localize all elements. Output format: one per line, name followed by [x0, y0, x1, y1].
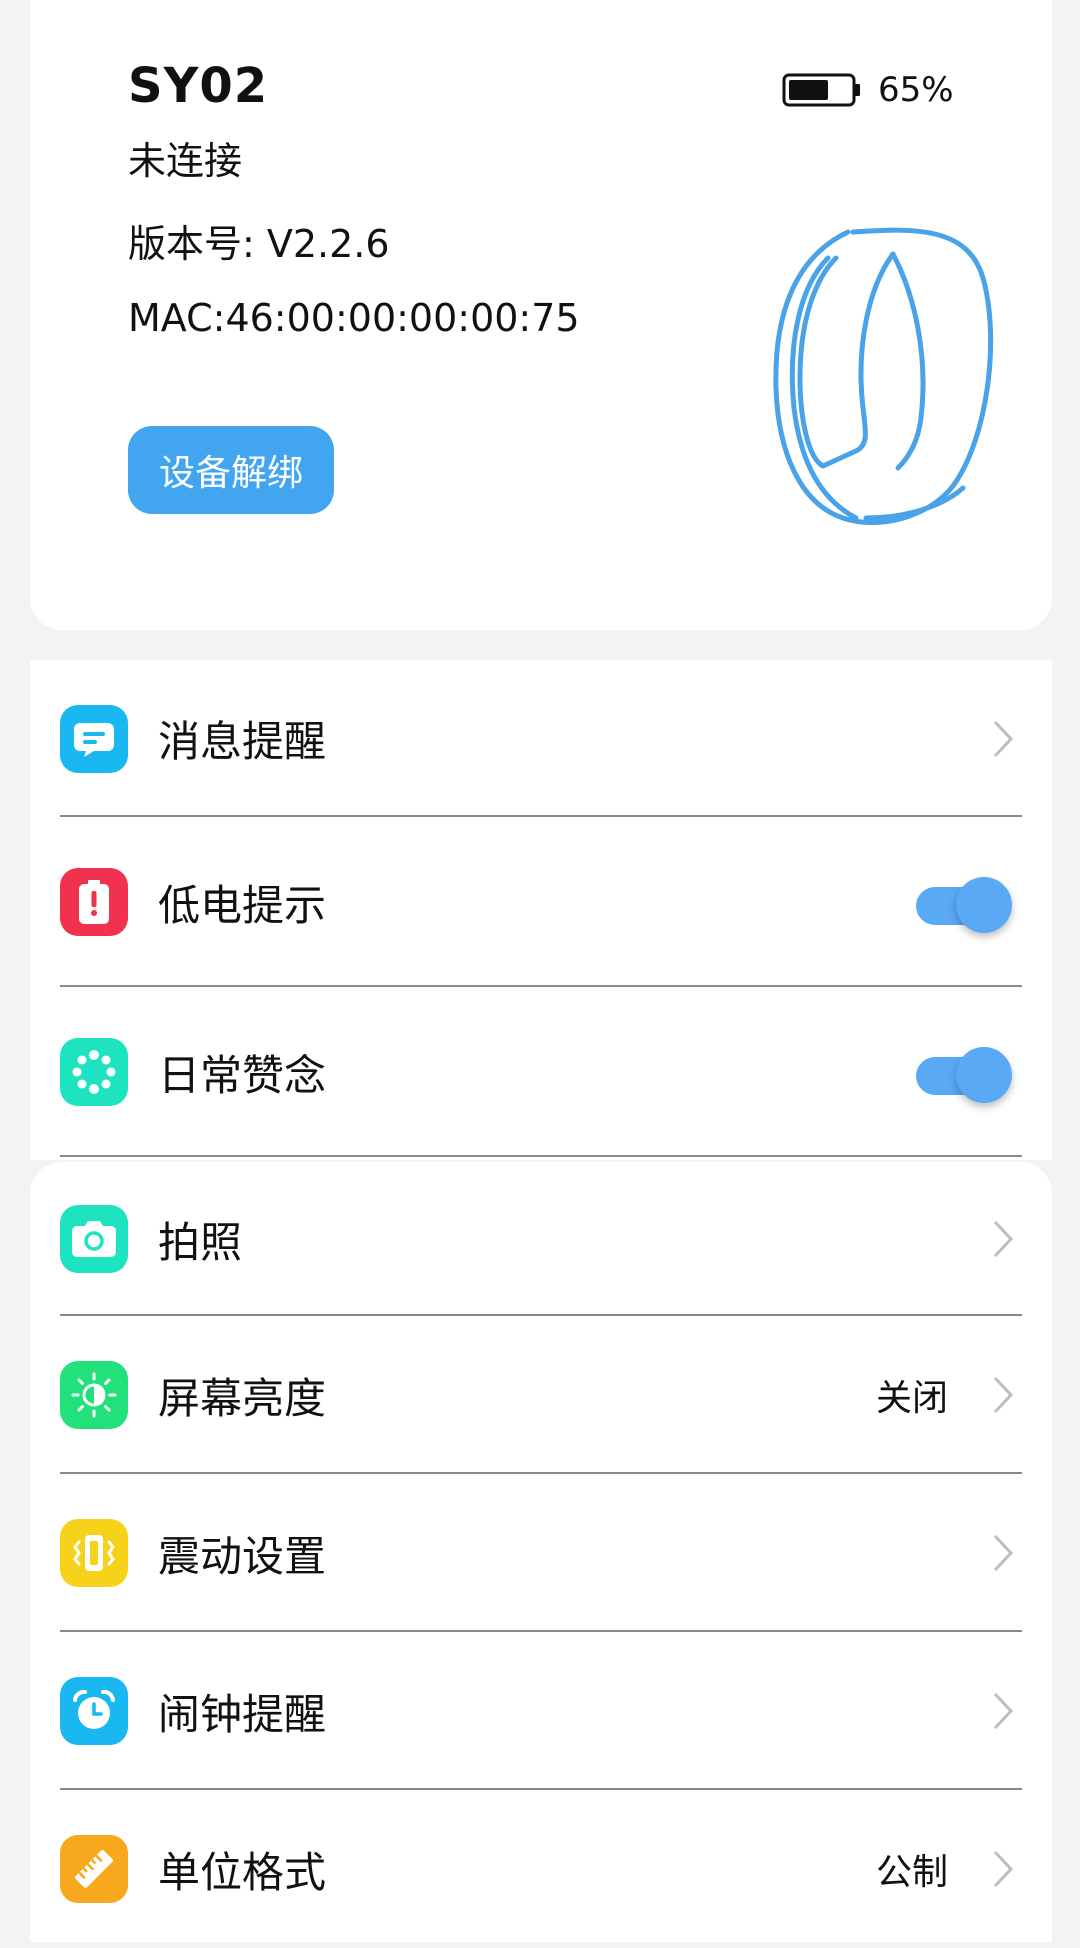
menu-item-label: 低电提示 — [158, 880, 327, 930]
connection-status: 未连接 — [128, 139, 243, 183]
firmware-version: 版本号: V2.2.6 — [128, 222, 390, 266]
notification-settings-group: 消息提醒 低电提示 日常赞念 — [30, 660, 1052, 1160]
menu-item-label: 屏幕亮度 — [158, 1373, 327, 1423]
battery-percent: 65% — [878, 70, 954, 110]
daily-chanting-toggle[interactable] — [916, 1041, 1012, 1103]
menu-item-unit-format[interactable]: 单位格式 公制 — [30, 1790, 1052, 1948]
low-battery-toggle[interactable] — [916, 871, 1012, 933]
battery-indicator: 65% — [782, 70, 954, 110]
toggle-knob — [956, 877, 1012, 933]
menu-item-label: 日常赞念 — [158, 1050, 327, 1100]
toggle-knob — [956, 1047, 1012, 1103]
menu-item-screen-brightness[interactable]: 屏幕亮度 关闭 — [30, 1316, 1052, 1474]
camera-icon — [60, 1205, 128, 1273]
ring-device-image — [773, 227, 994, 526]
vibration-icon — [60, 1519, 128, 1587]
beads-icon — [60, 1038, 128, 1106]
divider — [60, 1155, 1022, 1157]
chevron-right-icon — [993, 1692, 1014, 1730]
message-icon — [60, 704, 128, 773]
menu-item-label: 单位格式 — [158, 1847, 327, 1897]
menu-item-alarm-reminder[interactable]: 闹钟提醒 — [30, 1632, 1052, 1790]
unit-format-value: 公制 — [875, 1852, 948, 1893]
chevron-right-icon — [993, 1376, 1014, 1414]
device-info-card: SY02 65% 未连接 版本号: V2.2.6 MAC:46:00:00:00… — [30, 0, 1052, 630]
menu-item-message-reminder[interactable]: 消息提醒 — [30, 660, 1052, 817]
brightness-icon — [60, 1361, 128, 1429]
mac-address: MAC:46:00:00:00:00:75 — [128, 296, 580, 340]
menu-item-label: 震动设置 — [158, 1531, 327, 1581]
ruler-icon — [60, 1835, 128, 1903]
device-name: SY02 — [128, 58, 269, 114]
low-battery-icon — [60, 868, 128, 936]
alarm-icon — [60, 1677, 128, 1745]
brightness-value: 关闭 — [875, 1378, 948, 1419]
menu-item-low-battery-alert: 低电提示 — [30, 817, 1052, 987]
menu-item-label: 拍照 — [158, 1217, 243, 1267]
chevron-right-icon — [993, 720, 1014, 757]
menu-item-daily-chanting: 日常赞念 — [30, 987, 1052, 1157]
chevron-right-icon — [993, 1850, 1014, 1888]
unbind-device-button[interactable]: 设备解绑 — [128, 426, 334, 514]
menu-item-label: 闹钟提醒 — [158, 1689, 327, 1739]
menu-item-vibration-settings[interactable]: 震动设置 — [30, 1474, 1052, 1632]
battery-icon — [782, 73, 860, 107]
menu-item-camera[interactable]: 拍照 — [30, 1162, 1052, 1316]
chevron-right-icon — [993, 1220, 1014, 1258]
menu-item-label: 消息提醒 — [158, 717, 327, 766]
chevron-right-icon — [993, 1534, 1014, 1572]
device-settings-group: 拍照 屏幕亮度 关闭 震动设置 闹钟提醒 单位格式 公制 — [30, 1162, 1052, 1942]
